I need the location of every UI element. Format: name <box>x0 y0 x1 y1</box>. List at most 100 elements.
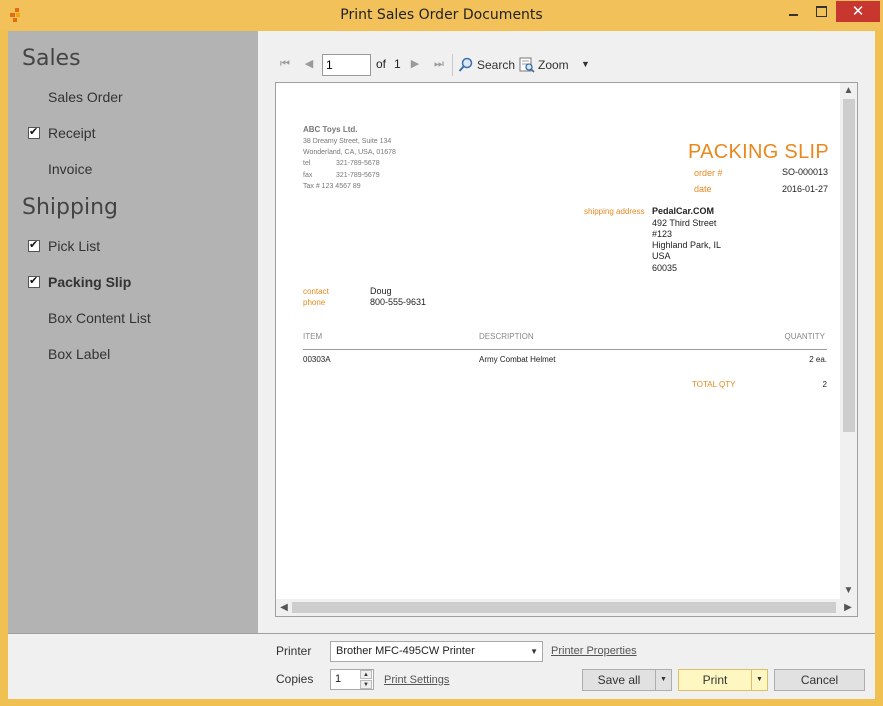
printer-select[interactable]: Brother MFC-495CW Printer ▼ <box>330 641 543 662</box>
total-qty-label: TOTAL QTY <box>692 380 736 389</box>
shipping-country: USA <box>652 251 671 261</box>
vertical-scrollbar[interactable]: ▲ ▼ <box>840 83 857 599</box>
shipping-unit: #123 <box>652 229 673 239</box>
printer-value: Brother MFC-495CW Printer <box>336 645 475 657</box>
first-page-icon[interactable]: ⏮ <box>278 57 292 71</box>
pick-list-checkbox[interactable] <box>28 238 40 252</box>
sidebar-item-sales-order[interactable]: Sales Order <box>26 87 246 111</box>
zoom-label: Zoom <box>538 58 569 72</box>
sidebar-item-box-label[interactable]: Box Label <box>26 344 246 368</box>
row-description: Army Combat Helmet <box>479 355 556 364</box>
zoom-icon <box>519 57 535 73</box>
zoom-dropdown-icon[interactable]: ▼ <box>581 59 590 69</box>
print-button[interactable]: Print <box>678 669 752 691</box>
receipt-checkbox[interactable] <box>28 125 40 139</box>
company-address-line1: 38 Dreamy Street, Suite 134 <box>303 138 392 145</box>
scrollbar-corner: ▶ <box>840 599 857 616</box>
shipping-name: PedalCar.COM <box>652 206 715 216</box>
preview-toolbar: ⏮ ◀ of 1 ▶ ⏭ Search Zoom ▼ <box>258 51 875 79</box>
sidebar-item-label: Invoice <box>48 161 93 177</box>
order-date: 2016-01-27 <box>781 184 828 194</box>
previous-page-icon[interactable]: ◀ <box>302 57 316 71</box>
search-icon <box>458 57 473 72</box>
contact-name: Doug <box>370 286 392 296</box>
packing-slip-document: ABC Toys Ltd. 38 Dreamy Street, Suite 13… <box>276 83 842 599</box>
document-viewer: ABC Toys Ltd. 38 Dreamy Street, Suite 13… <box>275 82 858 617</box>
search-label: Search <box>477 58 516 72</box>
company-fax-label: fax <box>303 172 313 179</box>
total-pages: 1 <box>394 57 401 71</box>
sidebar-item-invoice[interactable]: Invoice <box>26 159 246 183</box>
order-number: SO-000013 <box>781 167 828 177</box>
phone-label: phone <box>303 298 326 307</box>
horizontal-scrollbar[interactable]: ◀ <box>276 599 842 616</box>
sidebar-item-box-content-list[interactable]: Box Content List <box>26 308 246 332</box>
save-all-dropdown-icon[interactable]: ▼ <box>655 669 672 691</box>
scroll-right-icon[interactable]: ▶ <box>840 599 856 616</box>
column-header-quantity: QUANTITY <box>784 332 825 341</box>
document-title: PACKING SLIP <box>687 141 829 163</box>
contact-phone: 800-555-9631 <box>370 297 427 307</box>
company-name: ABC Toys Ltd. <box>303 125 358 134</box>
sidebar-item-label: Receipt <box>48 125 96 141</box>
sidebar-item-label: Packing Slip <box>48 274 132 290</box>
column-header-description: DESCRIPTION <box>479 332 534 341</box>
close-button[interactable]: ✕ <box>836 1 880 22</box>
document-sidebar: Sales Sales Order Receipt Invoice Shippi… <box>8 31 258 633</box>
copies-value: 1 <box>335 673 342 685</box>
printer-properties-link[interactable]: Printer Properties <box>551 645 637 657</box>
chevron-down-icon: ▼ <box>530 647 538 656</box>
company-tel-label: tel <box>303 160 311 167</box>
sidebar-item-receipt[interactable]: Receipt <box>26 123 246 147</box>
company-tel: 321-789-5678 <box>336 160 380 167</box>
order-number-label: order # <box>694 168 723 178</box>
shipping-address-label: shipping address <box>584 207 645 216</box>
company-fax: 321-789-5679 <box>336 172 380 179</box>
sidebar-item-packing-slip[interactable]: Packing Slip <box>26 272 246 296</box>
section-header-sales: Sales <box>22 46 81 71</box>
minimize-button[interactable] <box>781 1 807 22</box>
copies-label: Copies <box>276 672 314 686</box>
copies-stepper[interactable]: 1 ▲ ▼ <box>330 669 374 690</box>
sidebar-item-label: Box Label <box>48 346 111 362</box>
title-bar: Print Sales Order Documents ✕ <box>0 0 883 30</box>
scroll-down-icon[interactable]: ▼ <box>840 583 857 599</box>
scroll-left-icon[interactable]: ◀ <box>276 599 292 616</box>
printer-label: Printer <box>276 644 312 658</box>
sidebar-item-label: Sales Order <box>48 89 123 105</box>
sidebar-item-pick-list[interactable]: Pick List <box>26 236 246 260</box>
window-title: Print Sales Order Documents <box>340 7 543 23</box>
row-item: 00303A <box>303 355 331 364</box>
of-label: of <box>376 57 387 71</box>
horizontal-scroll-thumb[interactable] <box>292 602 836 613</box>
table-divider <box>303 349 827 350</box>
print-settings-link[interactable]: Print Settings <box>384 674 449 686</box>
contact-label: contact <box>303 287 329 296</box>
row-quantity: 2 ea. <box>809 355 827 364</box>
cancel-button[interactable]: Cancel <box>774 669 865 691</box>
shipping-zip: 60035 <box>652 263 678 273</box>
page-number-input[interactable] <box>322 54 371 76</box>
next-page-icon[interactable]: ▶ <box>408 57 422 71</box>
increment-icon[interactable]: ▲ <box>360 670 372 679</box>
column-header-item: ITEM <box>303 332 323 341</box>
section-header-shipping: Shipping <box>22 195 118 220</box>
company-address-line2: Wonderland, CA, USA, 01678 <box>303 149 396 156</box>
print-dropdown-icon[interactable]: ▼ <box>751 669 768 691</box>
print-options-bar: Printer Brother MFC-495CW Printer ▼ Prin… <box>8 633 875 699</box>
decrement-icon[interactable]: ▼ <box>360 680 372 689</box>
sidebar-item-label: Pick List <box>48 238 101 254</box>
shipping-street: 492 Third Street <box>652 218 717 228</box>
save-all-button[interactable]: Save all <box>582 669 656 691</box>
scroll-up-icon[interactable]: ▲ <box>840 83 857 99</box>
last-page-icon[interactable]: ⏭ <box>432 57 446 71</box>
preview-panel: ⏮ ◀ of 1 ▶ ⏭ Search Zoom ▼ <box>258 31 875 633</box>
vertical-scroll-thumb[interactable] <box>843 99 855 432</box>
packing-slip-checkbox[interactable] <box>28 274 40 288</box>
shipping-city: Highland Park, IL <box>652 240 722 250</box>
toolbar-divider <box>452 54 453 76</box>
maximize-button[interactable] <box>807 1 834 22</box>
total-qty: 2 <box>822 380 827 389</box>
sidebar-item-label: Box Content List <box>48 310 151 326</box>
date-label: date <box>694 184 712 194</box>
